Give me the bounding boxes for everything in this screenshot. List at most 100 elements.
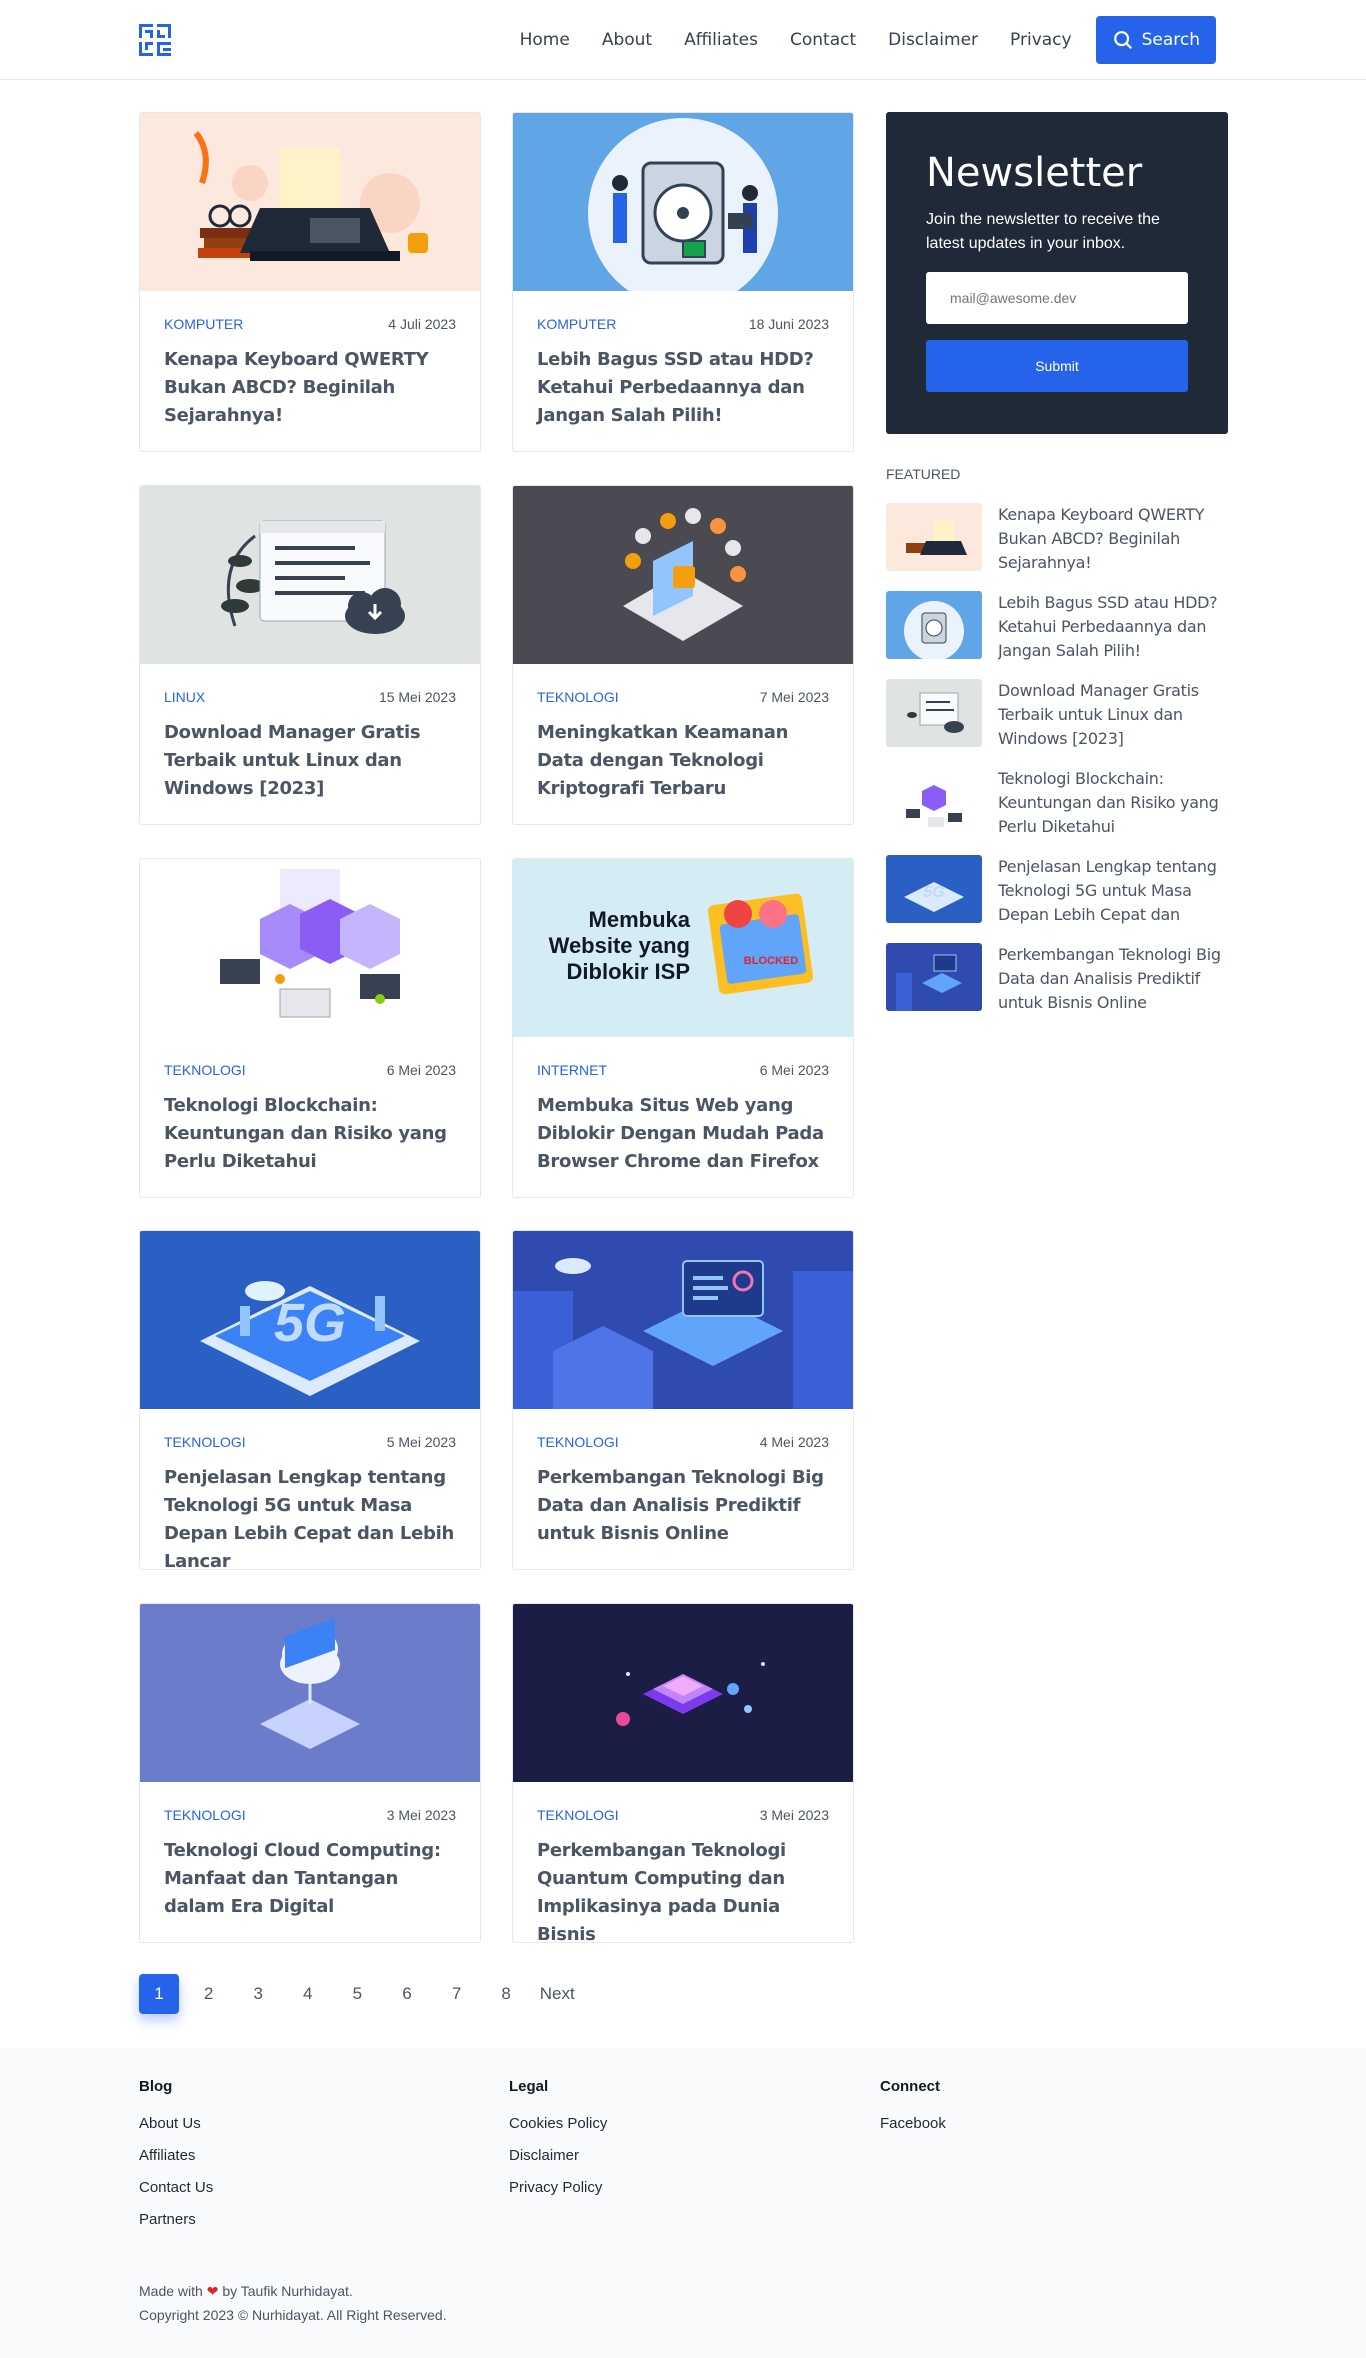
nav-disclaimer[interactable]: Disclaimer <box>888 30 978 50</box>
featured-item[interactable]: Teknologi Blockchain: Keuntungan dan Ris… <box>886 767 1228 839</box>
footer-column-blog: Blog About Us Affiliates Contact Us Part… <box>139 2078 213 2243</box>
footer-link-disclaimer[interactable]: Disclaimer <box>509 2147 607 2164</box>
page-3-button[interactable]: 3 <box>238 1974 278 2014</box>
5g-illustration: 5G <box>140 1231 480 1409</box>
featured-title[interactable]: Perkembangan Teknologi Big Data dan Anal… <box>998 943 1228 1015</box>
site-logo-icon[interactable] <box>139 24 171 56</box>
thumb-text-line: Diblokir ISP <box>567 959 690 984</box>
next-page-link[interactable]: Next <box>540 1984 575 2004</box>
footer-link-facebook[interactable]: Facebook <box>880 2115 946 2132</box>
blocked-badge: BLOCKED <box>744 955 798 967</box>
post-thumbnail: 5G <box>140 1231 480 1409</box>
pagination: 1 2 3 4 5 6 7 8 Next <box>139 1974 575 2014</box>
nav-home[interactable]: Home <box>520 30 570 50</box>
post-card[interactable]: TEKNOLOGI 4 Mei 2023 Perkembangan Teknol… <box>512 1230 854 1570</box>
featured-item[interactable]: Download Manager Gratis Terbaik untuk Li… <box>886 679 1228 751</box>
nav-affiliates[interactable]: Affiliates <box>684 30 758 50</box>
search-button[interactable]: Search <box>1095 16 1216 64</box>
post-card[interactable]: TEKNOLOGI 3 Mei 2023 Teknologi Cloud Com… <box>139 1603 481 1943</box>
thumb-text-line: Website yang <box>549 933 690 958</box>
footer-link-about-us[interactable]: About Us <box>139 2115 213 2132</box>
post-title[interactable]: Perkembangan Teknologi Quantum Computing… <box>537 1837 829 1942</box>
post-thumbnail <box>140 1604 480 1782</box>
footer-link-privacy-policy[interactable]: Privacy Policy <box>509 2179 607 2196</box>
post-title[interactable]: Teknologi Cloud Computing: Manfaat dan T… <box>164 1837 456 1921</box>
featured-item[interactable]: Lebih Bagus SSD atau HDD? Ketahui Perbed… <box>886 591 1228 663</box>
page-6-button[interactable]: 6 <box>387 1974 427 2014</box>
featured-item[interactable]: Perkembangan Teknologi Big Data dan Anal… <box>886 943 1228 1015</box>
page-5-button[interactable]: 5 <box>337 1974 377 2014</box>
main-nav: Home About Affiliates Contact Disclaimer… <box>520 16 1216 64</box>
footer-link-cookies-policy[interactable]: Cookies Policy <box>509 2115 607 2132</box>
made-with-credit: Made with ❤ by Taufik Nurhidayat. <box>139 2283 353 2300</box>
post-title[interactable]: Kenapa Keyboard QWERTY Bukan ABCD? Begin… <box>164 346 456 430</box>
post-card[interactable]: LINUX 15 Mei 2023 Download Manager Grati… <box>139 485 481 825</box>
download-manager-illustration <box>140 486 480 664</box>
post-category[interactable]: KOMPUTER <box>164 316 243 332</box>
nav-privacy[interactable]: Privacy <box>1010 30 1072 50</box>
post-title[interactable]: Meningkatkan Keamanan Data dengan Teknol… <box>537 719 829 803</box>
newsletter-box: Newsletter Join the newsletter to receiv… <box>886 112 1228 434</box>
post-category[interactable]: TEKNOLOGI <box>164 1062 246 1078</box>
featured-item[interactable]: Kenapa Keyboard QWERTY Bukan ABCD? Begin… <box>886 503 1228 575</box>
nav-contact[interactable]: Contact <box>790 30 856 50</box>
post-category[interactable]: TEKNOLOGI <box>164 1434 246 1450</box>
post-title[interactable]: Download Manager Gratis Terbaik untuk Li… <box>164 719 456 803</box>
newsletter-email-input[interactable] <box>926 272 1188 324</box>
post-title[interactable]: Teknologi Blockchain: Keuntungan dan Ris… <box>164 1092 456 1176</box>
post-card[interactable]: TEKNOLOGI 7 Mei 2023 Meningkatkan Keaman… <box>512 485 854 825</box>
post-title[interactable]: Penjelasan Lengkap tentang Teknologi 5G … <box>164 1464 456 1569</box>
post-card[interactable]: KOMPUTER 18 Juni 2023 Lebih Bagus SSD at… <box>512 112 854 452</box>
post-category[interactable]: TEKNOLOGI <box>537 1807 619 1823</box>
post-title[interactable]: Perkembangan Teknologi Big Data dan Anal… <box>537 1464 829 1548</box>
newsletter-title: Newsletter <box>926 150 1143 196</box>
newsletter-submit-button[interactable]: Submit <box>926 340 1188 392</box>
post-category[interactable]: TEKNOLOGI <box>164 1807 246 1823</box>
post-thumbnail <box>140 859 480 1037</box>
featured-thumbnail <box>886 943 982 1011</box>
post-title[interactable]: Membuka Situs Web yang Diblokir Dengan M… <box>537 1092 829 1176</box>
post-date: 6 Mei 2023 <box>759 1062 829 1078</box>
thumb-5g-text: 5G <box>274 1293 346 1353</box>
made-with-suffix: by Taufik Nurhidayat. <box>222 2283 353 2299</box>
post-card[interactable]: 5G TEKNOLOGI 5 Mei 2023 Penjelasan Lengk… <box>139 1230 481 1570</box>
heart-icon: ❤ <box>206 2283 219 2299</box>
post-category[interactable]: LINUX <box>164 689 205 705</box>
search-icon <box>1113 31 1132 50</box>
featured-title[interactable]: Download Manager Gratis Terbaik untuk Li… <box>998 679 1228 751</box>
post-category[interactable]: KOMPUTER <box>537 316 616 332</box>
thumb-text-line: Membuka <box>589 907 691 932</box>
featured-thumbnail <box>886 767 982 835</box>
page-7-button[interactable]: 7 <box>437 1974 477 2014</box>
post-card[interactable]: KOMPUTER 4 Juli 2023 Kenapa Keyboard QWE… <box>139 112 481 452</box>
page-2-button[interactable]: 2 <box>189 1974 229 2014</box>
blocked-website-illustration: Membuka Website yang Diblokir ISP BLOCKE… <box>513 859 853 1037</box>
featured-heading: FEATURED <box>886 466 961 482</box>
featured-title[interactable]: Kenapa Keyboard QWERTY Bukan ABCD? Begin… <box>998 503 1228 575</box>
featured-title[interactable]: Lebih Bagus SSD atau HDD? Ketahui Perbed… <box>998 591 1228 663</box>
page-4-button[interactable]: 4 <box>288 1974 328 2014</box>
page-8-button[interactable]: 8 <box>486 1974 526 2014</box>
footer-link-affiliates[interactable]: Affiliates <box>139 2147 213 2164</box>
post-card[interactable]: TEKNOLOGI 6 Mei 2023 Teknologi Blockchai… <box>139 858 481 1198</box>
post-card[interactable]: Membuka Website yang Diblokir ISP BLOCKE… <box>512 858 854 1198</box>
post-card[interactable]: TEKNOLOGI 3 Mei 2023 Perkembangan Teknol… <box>512 1603 854 1943</box>
post-category[interactable]: TEKNOLOGI <box>537 1434 619 1450</box>
post-date: 18 Juni 2023 <box>748 316 829 332</box>
featured-title[interactable]: Teknologi Blockchain: Keuntungan dan Ris… <box>998 767 1228 839</box>
post-date: 4 Mei 2023 <box>759 1434 829 1450</box>
post-category[interactable]: INTERNET <box>537 1062 607 1078</box>
post-category[interactable]: TEKNOLOGI <box>537 689 619 705</box>
nav-about[interactable]: About <box>602 30 652 50</box>
post-title[interactable]: Lebih Bagus SSD atau HDD? Ketahui Perbed… <box>537 346 829 430</box>
post-thumbnail <box>513 1231 853 1409</box>
footer-link-contact-us[interactable]: Contact Us <box>139 2179 213 2196</box>
featured-thumbnail <box>886 503 982 571</box>
featured-item[interactable]: 5G Penjelasan Lengkap tentang Teknologi … <box>886 855 1228 927</box>
featured-thumbnail <box>886 679 982 747</box>
featured-thumbnail <box>886 591 982 659</box>
footer-link-partners[interactable]: Partners <box>139 2211 213 2228</box>
page-1-button[interactable]: 1 <box>139 1974 179 2014</box>
featured-title[interactable]: Penjelasan Lengkap tentang Teknologi 5G … <box>998 855 1228 927</box>
newsletter-text: Join the newsletter to receive the lates… <box>926 211 1160 252</box>
